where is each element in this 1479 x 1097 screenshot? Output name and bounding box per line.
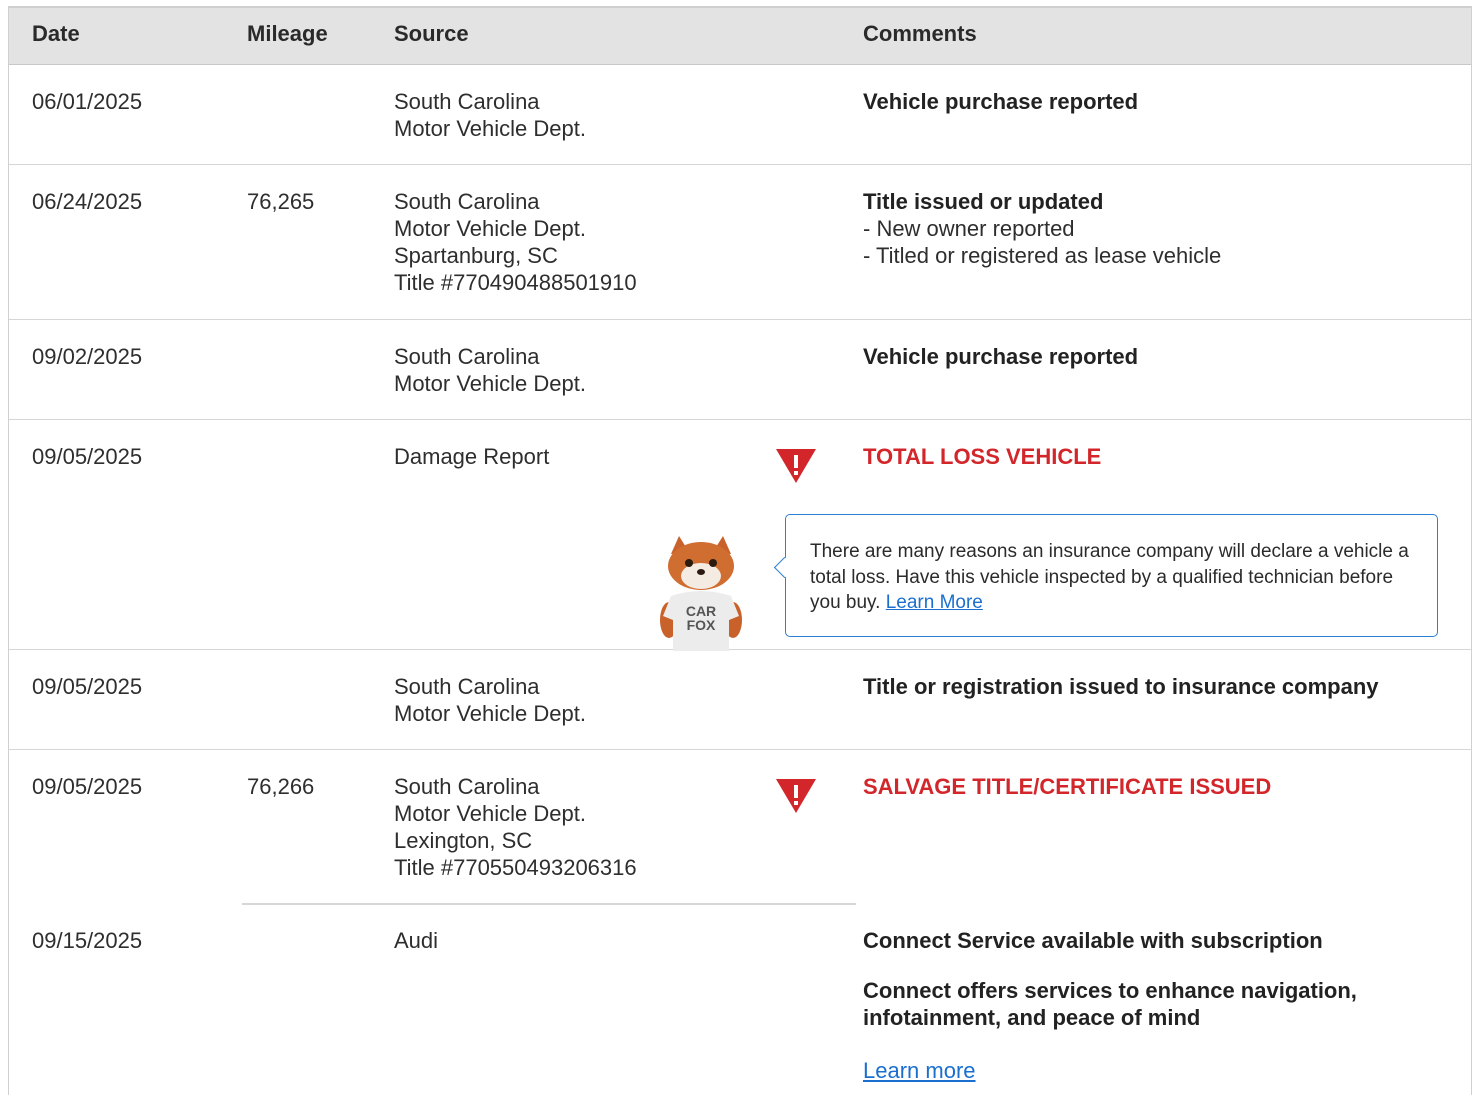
source-line: South Carolina (394, 189, 540, 214)
row-source: South Carolina Motor Vehicle Dept. (394, 343, 586, 397)
source-line: Motor Vehicle Dept. (394, 371, 586, 396)
source-line: South Carolina (394, 774, 540, 799)
row-comments: Connect Service available with subscript… (863, 927, 1357, 1031)
row-source: South Carolina Motor Vehicle Dept. Lexin… (394, 773, 637, 881)
source-line: Spartanburg, SC (394, 243, 558, 268)
carfox-mascot: CAR FOX (651, 536, 751, 651)
mascot-shirt-line: FOX (686, 617, 716, 633)
learn-more-link[interactable]: Learn more (863, 1058, 976, 1084)
table-row: 09/15/2025 Audi Connect Service availabl… (9, 904, 1471, 1097)
row-mileage: 76,266 (247, 774, 315, 799)
row-source: South Carolina Motor Vehicle Dept. (394, 88, 586, 142)
source-line: Motor Vehicle Dept. (394, 116, 586, 141)
comment-title: Title issued or updated (863, 189, 1104, 214)
row-comments: SALVAGE TITLE/CERTIFICATE ISSUED (863, 773, 1271, 800)
comment-line: - New owner reported (863, 216, 1075, 241)
row-comments: TOTAL LOSS VEHICLE (863, 443, 1101, 470)
warning-triangle-icon (776, 449, 816, 483)
comment-title: Vehicle purchase reported (863, 344, 1139, 369)
table-header: Date Mileage Source Comments (9, 8, 1471, 65)
comment-title: Vehicle purchase reported (863, 89, 1139, 114)
row-date: 09/02/2025 (32, 344, 143, 369)
callout-text: There are many reasons an insurance comp… (810, 539, 1420, 616)
row-source: Audi (394, 927, 438, 954)
row-date: 09/05/2025 (32, 774, 143, 799)
header-date: Date (32, 21, 80, 46)
row-source: Damage Report (394, 443, 549, 470)
comment-title: Connect Service available with subscript… (863, 928, 1323, 953)
source-line: Title #770550493206316 (394, 855, 637, 880)
total-loss-callout: There are many reasons an insurance comp… (773, 514, 1438, 637)
source-line: Damage Report (394, 444, 550, 469)
source-line: Audi (394, 928, 439, 953)
row-date: 09/05/2025 (32, 444, 143, 469)
source-line: Title #770490488501910 (394, 270, 637, 295)
source-line: South Carolina (394, 674, 540, 699)
comment-paragraph-line: infotainment, and peace of mind (863, 1005, 1201, 1030)
comment-line: - Titled or registered as lease vehicle (863, 243, 1222, 268)
callout-pointer (773, 556, 796, 579)
row-date: 06/24/2025 (32, 189, 143, 214)
row-date: 09/05/2025 (32, 674, 143, 699)
source-line: Motor Vehicle Dept. (394, 801, 586, 826)
source-line: Lexington, SC (394, 828, 533, 853)
table-row: 09/05/2025 Damage Report TOTAL LOSS VEHI… (9, 420, 1471, 651)
header-source: Source (394, 21, 469, 46)
comment-title: Title or registration issued to insuranc… (863, 674, 1379, 699)
row-mileage: 76,265 (247, 189, 315, 214)
row-comments: Vehicle purchase reported (863, 343, 1138, 370)
table-row: 09/05/2025 South Carolina Motor Vehicle … (9, 650, 1471, 750)
source-line: Motor Vehicle Dept. (394, 216, 586, 241)
alert-title: TOTAL LOSS VEHICLE (863, 444, 1102, 469)
fox-illustration (660, 536, 742, 651)
row-source: South Carolina Motor Vehicle Dept. Spart… (394, 188, 637, 296)
warning-triangle-icon (776, 779, 816, 813)
table-row: 06/01/2025 South Carolina Motor Vehicle … (9, 65, 1471, 165)
learn-more-link[interactable]: Learn More (886, 592, 983, 613)
header-comments: Comments (863, 21, 977, 46)
mascot-shirt-text: CAR FOX (681, 604, 721, 632)
row-comments: Title issued or updated - New owner repo… (863, 188, 1221, 269)
row-comments: Vehicle purchase reported (863, 88, 1138, 115)
comment-paragraph-line: Connect offers services to enhance navig… (863, 978, 1357, 1003)
table-row: 09/02/2025 South Carolina Motor Vehicle … (9, 320, 1471, 420)
mascot-shirt-line: CAR (685, 603, 717, 619)
row-date: 06/01/2025 (32, 89, 143, 114)
table-row: 09/05/2025 76,266 South Carolina Motor V… (9, 750, 1471, 904)
source-line: South Carolina (394, 89, 540, 114)
table-row: 06/24/2025 76,265 South Carolina Motor V… (9, 165, 1471, 320)
row-date: 09/15/2025 (32, 928, 143, 953)
header-mileage: Mileage (247, 21, 328, 46)
source-line: South Carolina (394, 344, 540, 369)
row-source: South Carolina Motor Vehicle Dept. (394, 673, 586, 727)
vehicle-history-table: Date Mileage Source Comments 06/01/2025 … (8, 6, 1472, 1095)
row-comments: Title or registration issued to insuranc… (863, 673, 1379, 700)
alert-title: SALVAGE TITLE/CERTIFICATE ISSUED (863, 774, 1272, 799)
source-line: Motor Vehicle Dept. (394, 701, 586, 726)
